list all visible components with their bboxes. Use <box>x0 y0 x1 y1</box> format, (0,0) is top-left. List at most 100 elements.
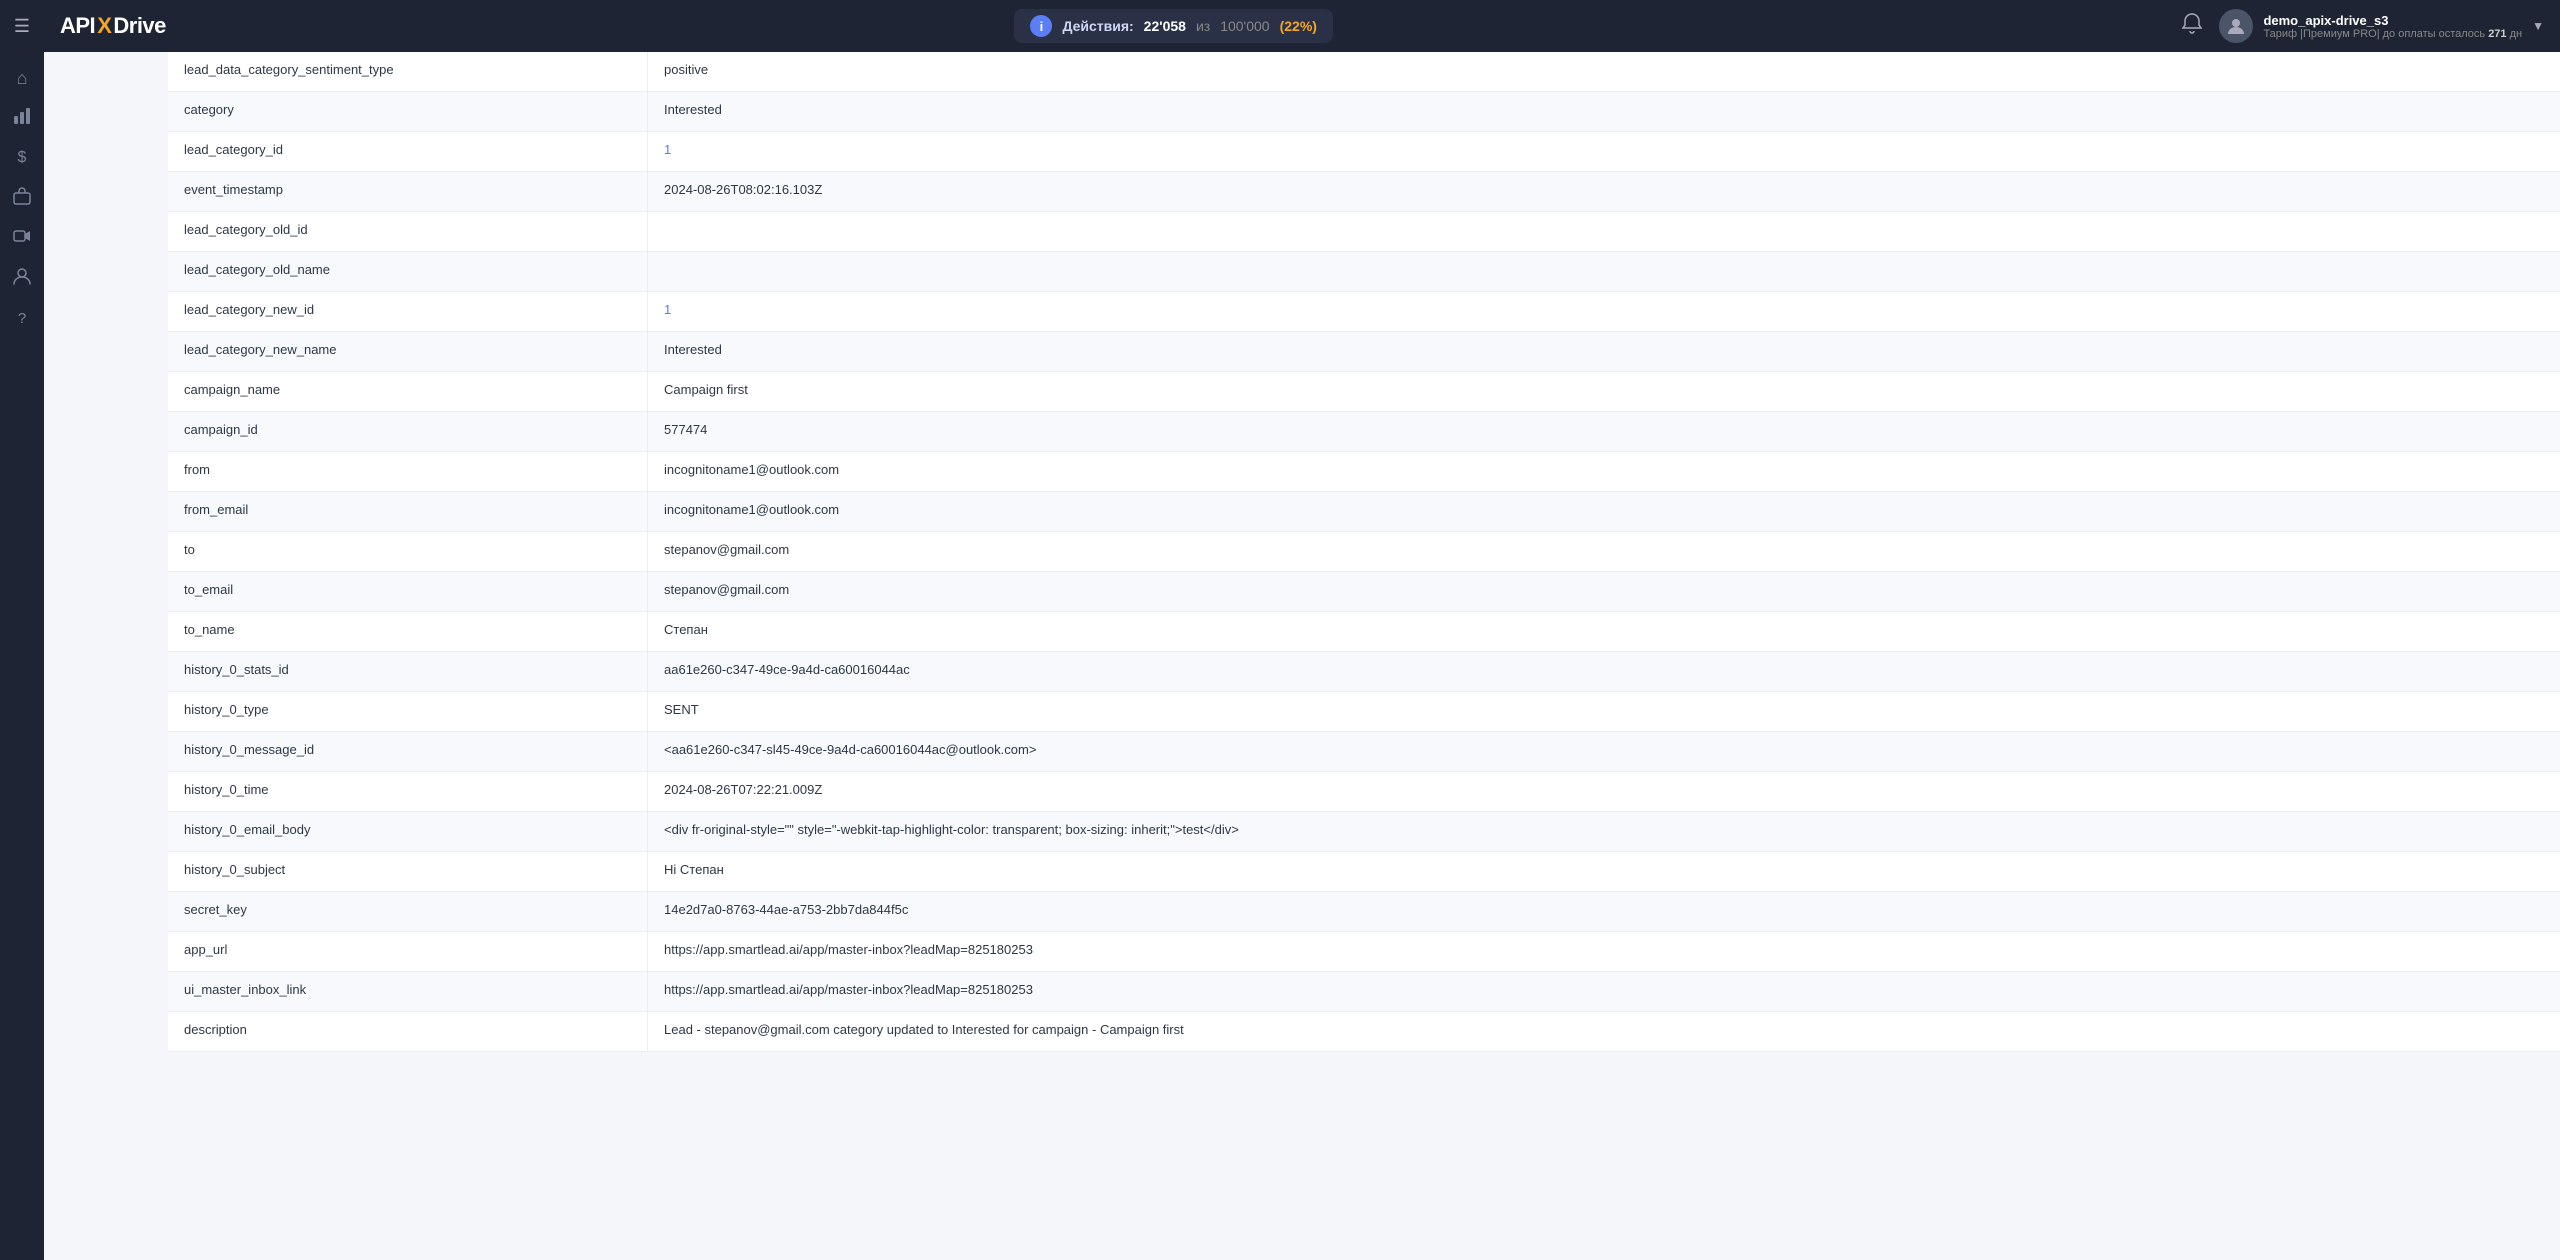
field-name: lead_category_new_id <box>168 292 648 331</box>
topbar-right: demo_apix-drive_s3 Тариф |Премиум PRO| д… <box>2181 9 2544 43</box>
field-value: Hi Степан <box>648 852 2560 891</box>
table-row: history_0_stats_idaa61e260-c347-49ce-9a4… <box>168 652 2560 692</box>
field-name: campaign_name <box>168 372 648 411</box>
table-row: lead_category_old_name <box>168 252 2560 292</box>
field-value <box>648 212 2560 251</box>
field-value: 14e2d7a0-8763-44ae-a753-2bb7da844f5c <box>648 892 2560 931</box>
field-value: 2024-08-26T07:22:21.009Z <box>648 772 2560 811</box>
field-name: history_0_message_id <box>168 732 648 771</box>
table-row: history_0_typeSENT <box>168 692 2560 732</box>
actions-limit: 100'000 <box>1220 18 1269 34</box>
video-icon <box>13 227 31 250</box>
table-row: history_0_email_body<div fr-original-sty… <box>168 812 2560 852</box>
table-row: lead_category_id1 <box>168 132 2560 172</box>
actions-count: 22'058 <box>1144 18 1186 34</box>
field-value: <aa61e260-c347-sl45-49ce-9a4d-ca60016044… <box>648 732 2560 771</box>
field-value: <div fr-original-style="" style="-webkit… <box>648 812 2560 851</box>
field-name: secret_key <box>168 892 648 931</box>
table-row: campaign_nameCampaign first <box>168 372 2560 412</box>
sidebar-nav: ⌂ $ ? <box>0 52 44 336</box>
field-name: to_name <box>168 612 648 651</box>
actions-separator: из <box>1196 18 1210 34</box>
field-value: Степан <box>648 612 2560 651</box>
sidebar-item-dollar[interactable]: $ <box>4 140 40 176</box>
actions-counter[interactable]: i Действия: 22'058 из 100'000 (22%) <box>1014 9 1333 43</box>
field-name: ui_master_inbox_link <box>168 972 648 1011</box>
table-row: history_0_message_id<aa61e260-c347-sl45-… <box>168 732 2560 772</box>
briefcase-icon <box>13 187 31 210</box>
field-value: incognitoname1@outlook.com <box>648 452 2560 491</box>
field-value: 1 <box>648 292 2560 331</box>
home-icon: ⌂ <box>17 68 28 89</box>
field-value: incognitoname1@outlook.com <box>648 492 2560 531</box>
table-row: ui_master_inbox_linkhttps://app.smartlea… <box>168 972 2560 1012</box>
field-value <box>648 252 2560 291</box>
field-name: history_0_type <box>168 692 648 731</box>
left-panel <box>88 52 168 1052</box>
field-name: to_email <box>168 572 648 611</box>
field-value: stepanov@gmail.com <box>648 532 2560 571</box>
table-row: lead_category_old_id <box>168 212 2560 252</box>
table-row: history_0_subjectHi Степан <box>168 852 2560 892</box>
table-row: fromincognitoname1@outlook.com <box>168 452 2560 492</box>
field-value: Campaign first <box>648 372 2560 411</box>
field-value: 2024-08-26T08:02:16.103Z <box>648 172 2560 211</box>
sidebar-item-help[interactable]: ? <box>4 300 40 336</box>
field-value: positive <box>648 52 2560 91</box>
sidebar-item-user[interactable] <box>4 260 40 296</box>
field-value: Interested <box>648 332 2560 371</box>
field-name: app_url <box>168 932 648 971</box>
logo: API X Drive <box>60 13 166 39</box>
hamburger-icon: ☰ <box>14 16 30 37</box>
hamburger-button[interactable]: ☰ <box>0 0 44 52</box>
table-row: secret_key14e2d7a0-8763-44ae-a753-2bb7da… <box>168 892 2560 932</box>
user-plan: Тариф |Премиум PRO| до оплаты осталось 2… <box>2263 28 2522 40</box>
chevron-down-icon: ▼ <box>2532 19 2544 33</box>
avatar <box>2219 9 2253 43</box>
table-row: categoryInterested <box>168 92 2560 132</box>
table-row: lead_category_new_nameInterested <box>168 332 2560 372</box>
field-name: description <box>168 1012 648 1051</box>
help-icon: ? <box>18 310 26 327</box>
topbar: API X Drive i Действия: 22'058 из 100'00… <box>44 0 2560 52</box>
sidebar-item-home[interactable]: ⌂ <box>4 60 40 96</box>
table-row: app_urlhttps://app.smartlead.ai/app/mast… <box>168 932 2560 972</box>
table-row: history_0_time2024-08-26T07:22:21.009Z <box>168 772 2560 812</box>
data-table: lead_data_category_sentiment_typepositiv… <box>168 52 2560 1052</box>
field-value: SENT <box>648 692 2560 731</box>
actions-pct: (22%) <box>1280 18 1317 34</box>
user-section[interactable]: demo_apix-drive_s3 Тариф |Премиум PRO| д… <box>2219 9 2544 43</box>
field-value: 577474 <box>648 412 2560 451</box>
main-content: lead_data_category_sentiment_typepositiv… <box>88 52 2560 1260</box>
bell-icon[interactable] <box>2181 12 2203 40</box>
logo-x: X <box>97 13 111 39</box>
dollar-icon: $ <box>18 149 27 167</box>
content-area: lead_data_category_sentiment_typepositiv… <box>88 52 2560 1052</box>
table-row: lead_data_category_sentiment_typepositiv… <box>168 52 2560 92</box>
field-value: https://app.smartlead.ai/app/master-inbo… <box>648 972 2560 1011</box>
field-name: to <box>168 532 648 571</box>
table-row: from_emailincognitoname1@outlook.com <box>168 492 2560 532</box>
field-name: from_email <box>168 492 648 531</box>
field-name: from <box>168 452 648 491</box>
sidebar-item-diagram[interactable] <box>4 100 40 136</box>
field-name: category <box>168 92 648 131</box>
field-value: 1 <box>648 132 2560 171</box>
table-row: event_timestamp2024-08-26T08:02:16.103Z <box>168 172 2560 212</box>
table-row: descriptionLead - stepanov@gmail.com cat… <box>168 1012 2560 1052</box>
table-row: to_nameСтепан <box>168 612 2560 652</box>
sidebar-item-video[interactable] <box>4 220 40 256</box>
field-name: event_timestamp <box>168 172 648 211</box>
sidebar: ☰ ⌂ $ ? <box>0 0 44 1260</box>
field-value: https://app.smartlead.ai/app/master-inbo… <box>648 932 2560 971</box>
diagram-icon <box>13 107 31 130</box>
user-icon <box>13 267 31 290</box>
sidebar-item-briefcase[interactable] <box>4 180 40 216</box>
field-name: lead_data_category_sentiment_type <box>168 52 648 91</box>
field-name: history_0_time <box>168 772 648 811</box>
field-name: history_0_subject <box>168 852 648 891</box>
field-name: lead_category_old_id <box>168 212 648 251</box>
field-name: campaign_id <box>168 412 648 451</box>
field-value: aa61e260-c347-49ce-9a4d-ca60016044ac <box>648 652 2560 691</box>
field-name: lead_category_id <box>168 132 648 171</box>
